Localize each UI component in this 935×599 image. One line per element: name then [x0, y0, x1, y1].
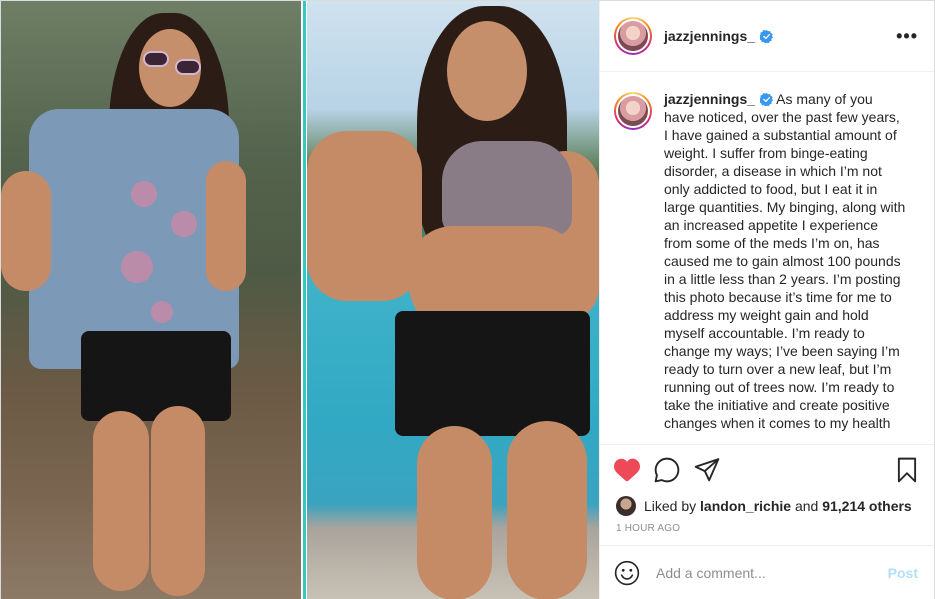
caption-body: As many of you have noticed, over the pa…: [664, 91, 906, 431]
post-timestamp[interactable]: 1 HOUR AGO: [600, 517, 934, 545]
verified-badge-icon: [760, 29, 774, 43]
likes-count[interactable]: 91,214 others: [822, 498, 912, 514]
caption-section: jazzjennings_ As many of you have notice…: [600, 72, 934, 445]
post-media[interactable]: [1, 1, 599, 599]
liker-avatar[interactable]: [616, 496, 636, 516]
comment-composer: Post: [600, 545, 934, 599]
caption-text: jazzjennings_ As many of you have notice…: [664, 90, 906, 432]
comment-input[interactable]: [656, 565, 888, 581]
post-comment-button[interactable]: Post: [888, 565, 918, 581]
liked-by-and: and: [794, 498, 819, 514]
caption-username[interactable]: jazzjennings_: [664, 91, 755, 107]
heart-filled-icon[interactable]: [614, 457, 640, 483]
comment-icon[interactable]: [654, 457, 680, 483]
bookmark-icon[interactable]: [894, 457, 920, 483]
liked-by-label: Liked by: [644, 498, 697, 514]
after-photo: [307, 1, 599, 599]
more-options-icon[interactable]: •••: [896, 26, 918, 47]
caption-author-avatar[interactable]: [614, 92, 652, 130]
author-avatar[interactable]: [614, 17, 652, 55]
post-header: jazzjennings_ •••: [600, 1, 934, 72]
caption-verified-icon: [760, 93, 774, 106]
emoji-icon[interactable]: [614, 560, 640, 586]
author-username[interactable]: jazzjennings_: [664, 28, 755, 44]
likes-summary: Liked by landon_richie and 91,214 others: [600, 495, 934, 517]
send-icon[interactable]: [694, 457, 720, 483]
post-side-panel: jazzjennings_ ••• jazzjennings_ As many …: [599, 1, 934, 599]
action-bar: [600, 445, 934, 495]
instagram-post: jazzjennings_ ••• jazzjennings_ As many …: [0, 0, 935, 599]
before-photo: [1, 1, 301, 599]
liked-by-user[interactable]: landon_richie: [700, 498, 791, 514]
